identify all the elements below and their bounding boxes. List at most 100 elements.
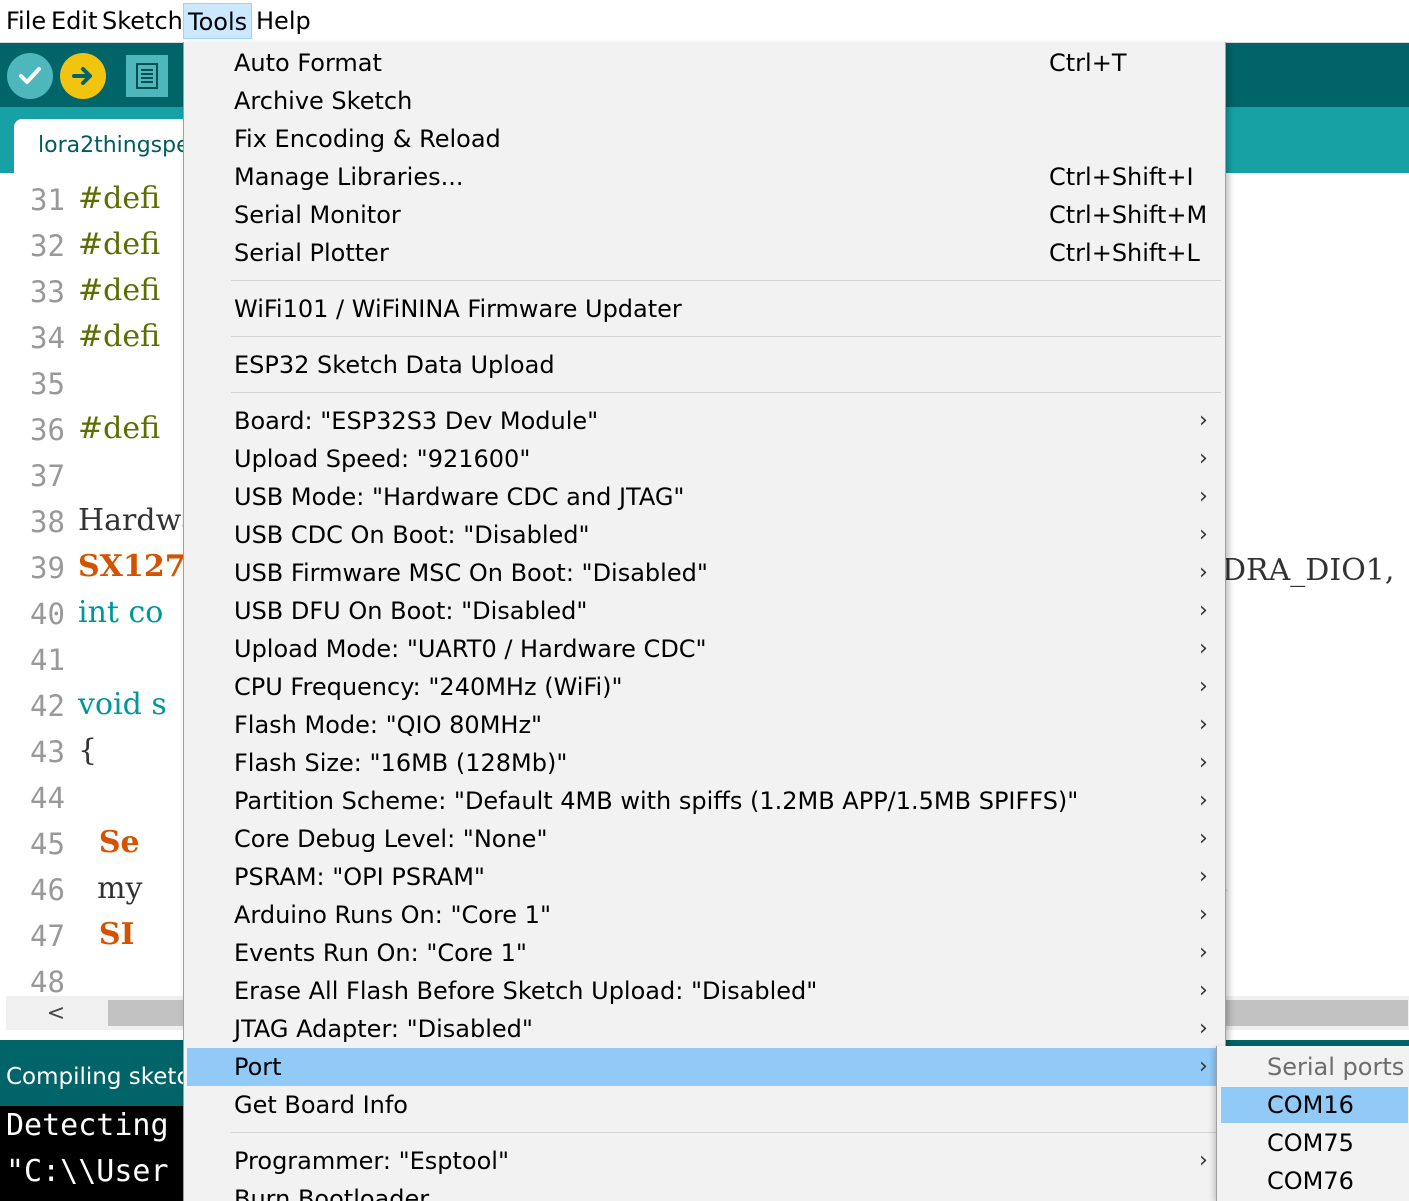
line-number: 36 [30, 413, 65, 447]
line-number: 47 [30, 919, 65, 953]
menu-item-label: Serial Plotter [234, 239, 389, 267]
menu-item-label: Serial Monitor [234, 201, 401, 229]
menu-item-label: Auto Format [234, 49, 382, 77]
menu-item-archive-sketch[interactable]: Archive Sketch [187, 82, 1217, 120]
menu-file[interactable]: File [2, 3, 50, 39]
port-item-com75[interactable]: COM75 [1221, 1125, 1408, 1161]
code-line: #defi [78, 411, 161, 446]
menu-item-label: Programmer: "Esptool" [234, 1147, 509, 1175]
serial-ports-header: Serial ports [1267, 1053, 1405, 1081]
line-number: 46 [30, 873, 65, 907]
chevron-right-icon: › [1199, 598, 1208, 623]
menu-item-label: Upload Mode: "UART0 / Hardware CDC" [234, 635, 707, 663]
scroll-left-icon[interactable]: < [6, 996, 106, 1030]
menu-item-label: Port [234, 1053, 282, 1081]
chevron-right-icon: › [1199, 674, 1208, 699]
menu-item-upload-speed[interactable]: Upload Speed: "921600" › [187, 440, 1217, 478]
menu-item-jtag-adapter[interactable]: JTAG Adapter: "Disabled" › [187, 1010, 1217, 1048]
port-item-com16[interactable]: COM16 [1221, 1087, 1408, 1123]
menu-item-label: Arduino Runs On: "Core 1" [234, 901, 551, 929]
menu-item-port[interactable]: Port › [187, 1048, 1217, 1086]
port-item-com76[interactable]: COM76 [1221, 1163, 1408, 1199]
line-number: 45 [30, 827, 65, 861]
line-number: 43 [30, 735, 65, 769]
menu-item-fix-encoding-reload[interactable]: Fix Encoding & Reload [187, 120, 1217, 158]
menu-item-label: WiFi101 / WiFiNINA Firmware Updater [234, 295, 682, 323]
menu-item-partition-scheme[interactable]: Partition Scheme: "Default 4MB with spif… [187, 782, 1217, 820]
chevron-right-icon: › [1199, 522, 1208, 547]
menu-item-auto-format[interactable]: Auto Format Ctrl+T [187, 44, 1217, 82]
menu-tools[interactable]: Tools [183, 3, 253, 39]
menu-item-label: Upload Speed: "921600" [234, 445, 531, 473]
menu-item-get-board-info[interactable]: Get Board Info [187, 1086, 1217, 1124]
menu-item-usb-dfu-on-boot[interactable]: USB DFU On Boot: "Disabled" › [187, 592, 1217, 630]
menu-item-core-debug-level[interactable]: Core Debug Level: "None" › [187, 820, 1217, 858]
code-line: void s [78, 687, 167, 722]
menu-item-shortcut: Ctrl+Shift+I [1049, 163, 1194, 191]
chevron-right-icon: › [1199, 1054, 1208, 1079]
menu-item-usb-firmware-msc-on-boot[interactable]: USB Firmware MSC On Boot: "Disabled" › [187, 554, 1217, 592]
chevron-right-icon: › [1199, 826, 1208, 851]
menu-item-label: Erase All Flash Before Sketch Upload: "D… [234, 977, 818, 1005]
menu-item-board[interactable]: Board: "ESP32S3 Dev Module" › [187, 402, 1217, 440]
menu-item-flash-mode[interactable]: Flash Mode: "QIO 80MHz" › [187, 706, 1217, 744]
menu-item-label: Flash Mode: "QIO 80MHz" [234, 711, 543, 739]
menu-separator [231, 1132, 1221, 1133]
menu-item-manage-libraries[interactable]: Manage Libraries... Ctrl+Shift+I [187, 158, 1217, 196]
menu-item-cpu-frequency[interactable]: CPU Frequency: "240MHz (WiFi)" › [187, 668, 1217, 706]
menu-item-flash-size[interactable]: Flash Size: "16MB (128Mb)" › [187, 744, 1217, 782]
console-line: "C:\\User [6, 1154, 169, 1189]
menu-item-serial-plotter[interactable]: Serial Plotter Ctrl+Shift+L [187, 234, 1217, 272]
menu-item-label: JTAG Adapter: "Disabled" [234, 1015, 533, 1043]
menu-separator [231, 280, 1221, 281]
chevron-right-icon: › [1199, 1148, 1208, 1173]
new-sketch-button[interactable] [126, 55, 168, 97]
menu-bar: File Edit Sketch Tools Help [0, 0, 1409, 43]
menu-item-shortcut: Ctrl+Shift+M [1049, 201, 1208, 229]
menu-item-label: Flash Size: "16MB (128Mb)" [234, 749, 568, 777]
upload-button[interactable] [60, 53, 106, 99]
menu-item-erase-all-flash-before-sketch-upload[interactable]: Erase All Flash Before Sketch Upload: "D… [187, 972, 1217, 1010]
menu-item-arduino-runs-on[interactable]: Arduino Runs On: "Core 1" › [187, 896, 1217, 934]
line-number: 34 [30, 321, 65, 355]
menu-item-usb-mode[interactable]: USB Mode: "Hardware CDC and JTAG" › [187, 478, 1217, 516]
menu-item-usb-cdc-on-boot[interactable]: USB CDC On Boot: "Disabled" › [187, 516, 1217, 554]
menu-sketch[interactable]: Sketch [98, 3, 187, 39]
code-line: Hardwa [78, 503, 200, 538]
arrow-right-icon [72, 67, 92, 85]
menu-edit[interactable]: Edit [47, 3, 101, 39]
chevron-right-icon: › [1199, 750, 1208, 775]
code-line: #defi [78, 227, 161, 262]
menu-item-wifi101-wifinina-firmware-updater[interactable]: WiFi101 / WiFiNINA Firmware Updater [187, 290, 1217, 328]
line-number: 33 [30, 275, 65, 309]
menu-item-programmer[interactable]: Programmer: "Esptool" › [187, 1142, 1217, 1180]
line-number: 44 [30, 781, 65, 815]
code-line: Se [78, 825, 140, 860]
menu-item-burn-bootloader[interactable]: Burn Bootloader [187, 1180, 1217, 1201]
code-line: #defi [78, 319, 161, 354]
menu-item-label: Get Board Info [234, 1091, 408, 1119]
code-line: my [78, 871, 143, 906]
menu-item-upload-mode[interactable]: Upload Mode: "UART0 / Hardware CDC" › [187, 630, 1217, 668]
document-icon [136, 63, 158, 89]
line-number: 32 [30, 229, 65, 263]
menu-item-label: USB Firmware MSC On Boot: "Disabled" [234, 559, 708, 587]
menu-separator [231, 392, 1221, 393]
menu-item-psram[interactable]: PSRAM: "OPI PSRAM" › [187, 858, 1217, 896]
menu-help[interactable]: Help [252, 3, 315, 39]
menu-item-label: Manage Libraries... [234, 163, 464, 191]
menu-separator [231, 336, 1221, 337]
chevron-right-icon: › [1199, 484, 1208, 509]
code-line: SI [78, 917, 135, 952]
checkmark-icon [19, 67, 41, 84]
menu-item-esp32-sketch-data-upload[interactable]: ESP32 Sketch Data Upload [187, 346, 1217, 384]
line-number: 38 [30, 505, 65, 539]
verify-button[interactable] [7, 53, 53, 99]
menu-item-label: Archive Sketch [234, 87, 413, 115]
menu-item-label: USB Mode: "Hardware CDC and JTAG" [234, 483, 685, 511]
menu-item-serial-monitor[interactable]: Serial Monitor Ctrl+Shift+M [187, 196, 1217, 234]
chevron-right-icon: › [1199, 712, 1208, 737]
line-number: 31 [30, 183, 65, 217]
menu-item-events-run-on[interactable]: Events Run On: "Core 1" › [187, 934, 1217, 972]
menu-item-label: CPU Frequency: "240MHz (WiFi)" [234, 673, 623, 701]
